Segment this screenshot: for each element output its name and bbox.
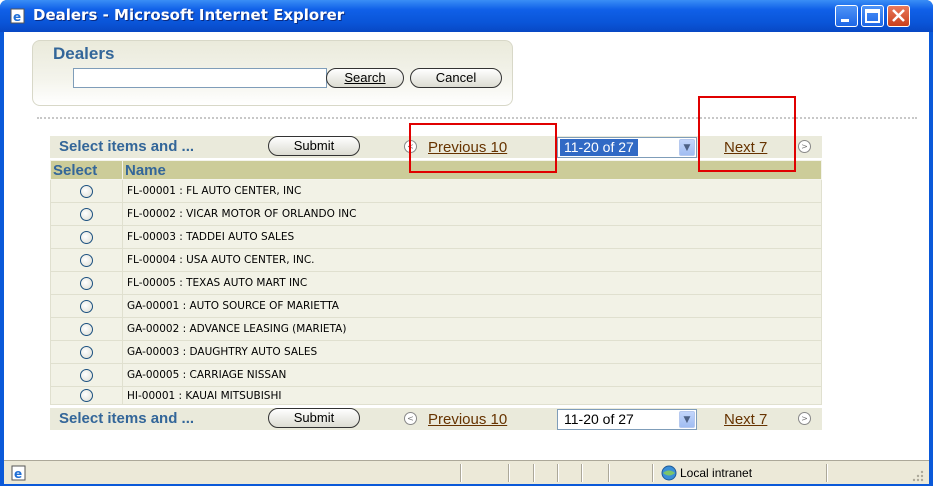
browser-window: e Dealers - Microsoft Internet Explorer … <box>0 0 933 486</box>
minimize-icon <box>841 19 849 22</box>
select-items-label: Select items and ... <box>59 138 195 155</box>
table-row: GA-00005 : CARRIAGE NISSAN <box>50 363 822 387</box>
select-cell <box>50 294 123 318</box>
select-cell <box>50 248 123 272</box>
select-cell <box>50 271 123 295</box>
table-row: GA-00002 : ADVANCE LEASING (MARIETA) <box>50 317 822 341</box>
range-select-top[interactable]: 11-20 of 27 ▼ <box>557 137 697 158</box>
search-heading: Dealers <box>53 44 115 63</box>
select-cell <box>50 179 123 203</box>
table-row: FL-00004 : USA AUTO CENTER, INC. <box>50 248 822 272</box>
table-row: FL-00001 : FL AUTO CENTER, INC <box>50 179 822 203</box>
chevron-down-icon[interactable]: ▼ <box>679 411 695 428</box>
select-cell <box>50 202 123 226</box>
cancel-button-label: Cancel <box>435 70 477 85</box>
dealer-name: HI-00001 : KAUAI MITSUBISHI <box>122 386 822 405</box>
dealers-table-region: Select items and ... Submit < Previous 1… <box>50 136 822 432</box>
table-row: FL-00002 : VICAR MOTOR OF ORLANDO INC <box>50 202 822 226</box>
status-divider <box>460 464 462 482</box>
security-zone-label: Local intranet <box>680 466 753 480</box>
dealer-name: GA-00005 : CARRIAGE NISSAN <box>122 363 822 387</box>
dealer-name: FL-00003 : TADDEI AUTO SALES <box>122 225 822 249</box>
column-header-select: Select <box>50 160 123 180</box>
radio-button[interactable] <box>80 345 93 359</box>
window-title: Dealers - Microsoft Internet Explorer <box>33 6 345 24</box>
resize-grip-icon[interactable] <box>911 469 925 483</box>
title-bar[interactable]: e Dealers - Microsoft Internet Explorer <box>0 0 933 32</box>
select-cell <box>50 363 123 387</box>
select-cell <box>50 317 123 341</box>
table-row: HI-00001 : KAUAI MITSUBISHI <box>50 386 822 405</box>
maximize-button[interactable] <box>861 5 884 27</box>
search-button-label: Search <box>344 70 386 85</box>
dealers-table: Select Name FL-00001 : FL AUTO CENTER, I… <box>50 160 822 405</box>
page-content: Dealers Search Cancel Select items and .… <box>4 32 929 460</box>
radio-button[interactable] <box>80 299 93 313</box>
next-arrow-icon[interactable]: > <box>798 140 811 153</box>
page-done-icon: e <box>11 465 26 481</box>
radio-button[interactable] <box>80 322 93 336</box>
radio-button[interactable] <box>80 230 93 244</box>
radio-button[interactable] <box>80 276 93 290</box>
select-cell <box>50 340 123 364</box>
svg-text:e: e <box>14 467 22 481</box>
search-input[interactable] <box>73 68 327 88</box>
search-region: Dealers Search Cancel <box>32 40 513 106</box>
close-button[interactable] <box>887 5 910 27</box>
select-cell <box>50 225 123 249</box>
dealer-name: FL-00004 : USA AUTO CENTER, INC. <box>122 248 822 272</box>
radio-button[interactable] <box>80 389 93 402</box>
status-divider <box>533 464 535 482</box>
status-divider <box>826 464 828 482</box>
radio-button[interactable] <box>80 207 93 221</box>
dealer-name: GA-00002 : ADVANCE LEASING (MARIETA) <box>122 317 822 341</box>
table-row: FL-00003 : TADDEI AUTO SALES <box>50 225 822 249</box>
next-link-bottom[interactable]: Next 7 <box>724 411 767 428</box>
previous-link-bottom[interactable]: Previous 10 <box>428 411 507 428</box>
dealer-name: FL-00002 : VICAR MOTOR OF ORLANDO INC <box>122 202 822 226</box>
status-divider <box>652 464 654 482</box>
minimize-button[interactable] <box>835 5 858 27</box>
previous-arrow-icon[interactable]: < <box>404 412 417 425</box>
dealer-name: GA-00001 : AUTO SOURCE OF MARIETTA <box>122 294 822 318</box>
status-divider <box>557 464 559 482</box>
highlight-box-next <box>698 96 796 172</box>
chevron-down-icon[interactable]: ▼ <box>679 139 695 156</box>
table-row: GA-00003 : DAUGHTRY AUTO SALES <box>50 340 822 364</box>
status-bar: e Local intranet <box>4 460 929 484</box>
radio-button[interactable] <box>80 253 93 267</box>
submit-label: Submit <box>293 138 335 153</box>
search-button[interactable]: Search <box>326 68 404 88</box>
submit-button-bottom[interactable]: Submit <box>268 408 360 428</box>
dealer-name: FL-00005 : TEXAS AUTO MART INC <box>122 271 822 295</box>
dealer-name: FL-00001 : FL AUTO CENTER, INC <box>122 179 822 203</box>
svg-text:e: e <box>13 10 21 24</box>
intranet-globe-icon <box>661 465 677 481</box>
status-divider <box>581 464 583 482</box>
cancel-button[interactable]: Cancel <box>410 68 502 88</box>
submit-label: Submit <box>293 410 335 425</box>
next-arrow-icon[interactable]: > <box>798 412 811 425</box>
radio-button[interactable] <box>80 368 93 382</box>
status-divider <box>608 464 610 482</box>
maximize-icon <box>865 9 880 23</box>
ie-page-icon: e <box>10 8 25 24</box>
dealer-name: GA-00003 : DAUGHTRY AUTO SALES <box>122 340 822 364</box>
table-row: FL-00005 : TEXAS AUTO MART INC <box>50 271 822 295</box>
submit-button-top[interactable]: Submit <box>268 136 360 156</box>
select-cell <box>50 386 123 405</box>
select-items-label: Select items and ... <box>59 410 195 427</box>
range-value: 11-20 of 27 <box>560 139 638 156</box>
range-select-bottom[interactable]: 11-20 of 27 ▼ <box>557 409 697 430</box>
status-divider <box>508 464 510 482</box>
bottom-navigation-bar: Select items and ... Submit < Previous 1… <box>50 408 822 430</box>
highlight-box-previous <box>409 123 557 173</box>
range-value: 11-20 of 27 <box>564 411 634 427</box>
close-icon <box>892 9 905 22</box>
radio-button[interactable] <box>80 184 93 198</box>
table-row: GA-00001 : AUTO SOURCE OF MARIETTA <box>50 294 822 318</box>
